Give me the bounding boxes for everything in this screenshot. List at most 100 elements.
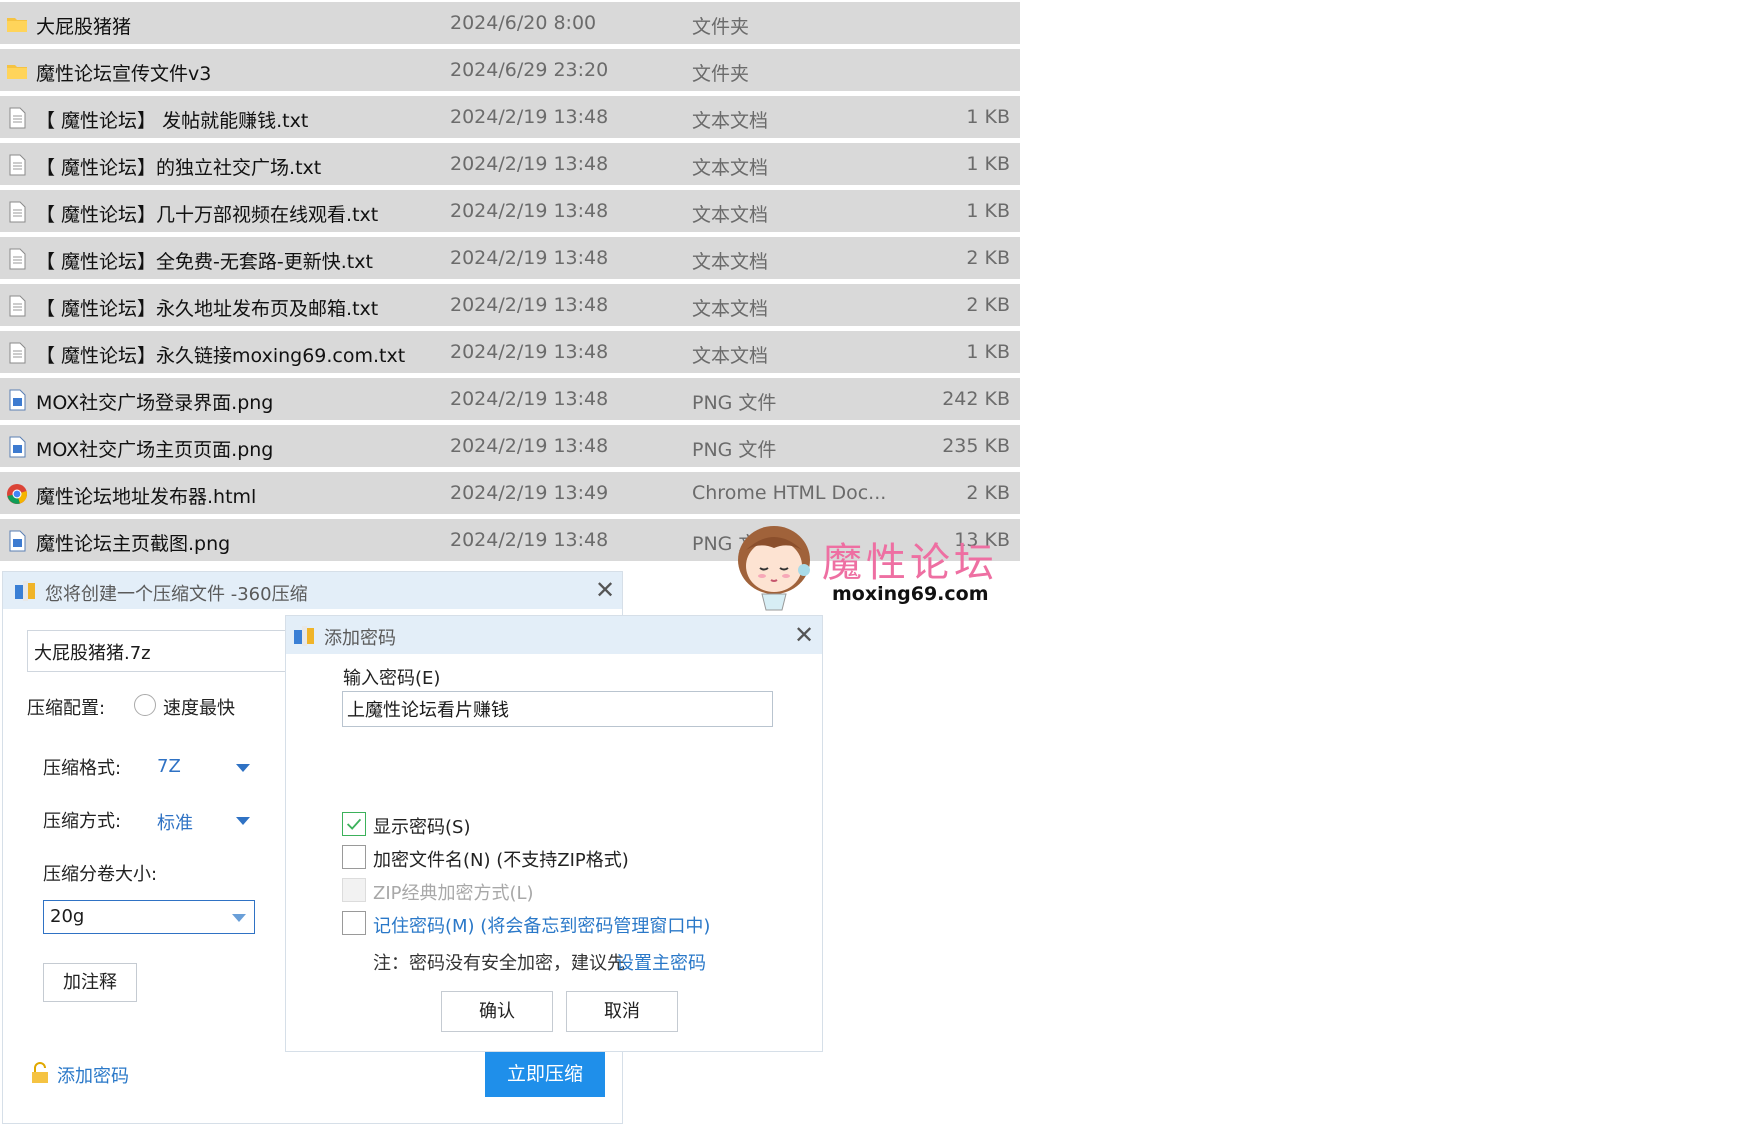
file-name: 魔性论坛地址发布器.html — [36, 486, 257, 508]
volume-size-select[interactable]: 20g — [43, 900, 255, 934]
add-password-link[interactable]: 添加密码 — [57, 1062, 129, 1088]
zip-classic-label: ZIP经典加密方式(L) — [373, 883, 534, 904]
chevron-down-icon[interactable] — [236, 817, 250, 825]
method-label: 压缩方式: — [43, 811, 122, 832]
360-zip-icon — [294, 626, 314, 646]
file-date: 2024/2/19 13:48 — [450, 529, 609, 551]
file-size: 1 KB — [966, 341, 1010, 363]
lock-icon — [32, 1062, 48, 1083]
remember-password-label[interactable]: 记住密码(M) (将会备忘到密码管理窗口中) — [373, 912, 710, 938]
file-row[interactable]: 【 魔性论坛】的独立社交广场.txt 2024/2/19 13:48 文本文档 … — [0, 143, 1020, 185]
format-select[interactable]: 7Z — [157, 756, 181, 777]
file-date: 2024/2/19 13:48 — [450, 200, 609, 222]
file-name: MOX社交广场登录界面.png — [36, 392, 274, 414]
file-size: 1 KB — [966, 153, 1010, 175]
file-type: 文本文档 — [692, 298, 769, 320]
file-name: 魔性论坛宣传文件v3 — [36, 63, 212, 85]
file-row[interactable]: 魔性论坛宣传文件v3 2024/6/29 23:20 文件夹 — [0, 49, 1020, 91]
format-label: 压缩格式: — [43, 758, 122, 779]
file-type: Chrome HTML Doc... — [692, 482, 887, 504]
watermark-title: 魔性论坛 — [822, 540, 998, 586]
file-date: 2024/6/20 8:00 — [450, 12, 597, 34]
file-type: 文件夹 — [692, 16, 750, 38]
file-row[interactable]: MOX社交广场主页页面.png 2024/2/19 13:48 PNG 文件 2… — [0, 425, 1020, 467]
show-password-checkbox[interactable] — [342, 812, 366, 836]
compress-now-button[interactable]: 立即压缩 — [485, 1051, 605, 1097]
file-row[interactable]: 【 魔性论坛】永久地址发布页及邮箱.txt 2024/2/19 13:48 文本… — [0, 284, 1020, 326]
password-dialog-titlebar[interactable]: 添加密码 ✕ — [286, 616, 822, 654]
password-input-label: 输入密码(E) — [343, 668, 441, 689]
file-date: 2024/2/19 13:49 — [450, 482, 609, 504]
config-label: 压缩配置: — [27, 698, 106, 719]
text-file-icon — [9, 342, 26, 364]
image-file-icon — [9, 436, 26, 458]
file-row[interactable]: MOX社交广场登录界面.png 2024/2/19 13:48 PNG 文件 2… — [0, 378, 1020, 420]
password-dialog-title: 添加密码 — [324, 628, 396, 649]
encrypt-filenames-checkbox[interactable] — [342, 845, 366, 869]
text-file-icon — [9, 248, 26, 270]
watermark-url: moxing69.com — [832, 583, 989, 605]
close-icon[interactable]: ✕ — [595, 578, 615, 602]
close-icon[interactable]: ✕ — [794, 623, 814, 647]
file-date: 2024/2/19 13:48 — [450, 247, 609, 269]
text-file-icon — [9, 295, 26, 317]
file-name: 【 魔性论坛】的独立社交广场.txt — [36, 157, 322, 179]
folder-icon — [7, 18, 27, 32]
checkmark-icon — [346, 818, 362, 830]
add-comment-button[interactable]: 加注释 — [43, 963, 137, 1002]
password-input[interactable]: 上魔性论坛看片赚钱 — [342, 691, 773, 727]
chevron-down-icon[interactable] — [236, 764, 250, 772]
file-date: 2024/2/19 13:48 — [450, 341, 609, 363]
speed-radio[interactable] — [134, 694, 156, 716]
remember-password-checkbox[interactable] — [342, 911, 366, 935]
file-type: 文本文档 — [692, 157, 769, 179]
file-row[interactable]: 大屁股猪猪 2024/6/20 8:00 文件夹 — [0, 2, 1020, 44]
volume-size-value: 20g — [50, 906, 85, 927]
method-select[interactable]: 标准 — [157, 809, 193, 835]
encrypt-filenames-label: 加密文件名(N) (不支持ZIP格式) — [373, 850, 629, 871]
file-size: 242 KB — [942, 388, 1010, 410]
password-dialog: 添加密码 ✕ 输入密码(E) 上魔性论坛看片赚钱 显示密码(S) 加密文件名(N… — [285, 615, 823, 1052]
volume-size-label: 压缩分卷大小: — [43, 864, 158, 885]
file-row[interactable]: 【 魔性论坛】几十万部视频在线观看.txt 2024/2/19 13:48 文本… — [0, 190, 1020, 232]
file-name: 【 魔性论坛】 发帖就能赚钱.txt — [36, 110, 309, 132]
text-file-icon — [9, 107, 26, 129]
file-type: 文件夹 — [692, 63, 750, 85]
file-date: 2024/2/19 13:48 — [450, 153, 609, 175]
file-name: 魔性论坛主页截图.png — [36, 533, 231, 555]
file-row[interactable]: 【 魔性论坛】 发帖就能赚钱.txt 2024/2/19 13:48 文本文档 … — [0, 96, 1020, 138]
zip-classic-checkbox — [342, 878, 366, 902]
file-name: 【 魔性论坛】永久地址发布页及邮箱.txt — [36, 298, 379, 320]
360-zip-icon — [15, 581, 35, 601]
file-type: PNG 文件 — [692, 439, 777, 461]
cancel-button[interactable]: 取消 — [566, 991, 678, 1032]
text-file-icon — [9, 201, 26, 223]
file-date: 2024/2/19 13:48 — [450, 435, 609, 457]
file-date: 2024/2/19 13:48 — [450, 388, 609, 410]
file-size: 2 KB — [966, 247, 1010, 269]
file-type: 文本文档 — [692, 204, 769, 226]
file-row[interactable]: 【 魔性论坛】永久链接moxing69.com.txt 2024/2/19 13… — [0, 331, 1020, 373]
file-row[interactable]: 魔性论坛地址发布器.html 2024/2/19 13:49 Chrome HT… — [0, 472, 1020, 514]
file-name: MOX社交广场主页页面.png — [36, 439, 274, 461]
file-type: PNG 文件 — [692, 392, 777, 414]
mascot-girl-icon — [738, 526, 810, 611]
file-size: 235 KB — [942, 435, 1010, 457]
file-size: 1 KB — [966, 200, 1010, 222]
folder-icon — [7, 65, 27, 79]
confirm-button[interactable]: 确认 — [441, 991, 553, 1032]
file-type: 文本文档 — [692, 345, 769, 367]
file-size: 2 KB — [966, 482, 1010, 504]
set-master-password-link[interactable]: 设置主密码 — [616, 949, 706, 975]
file-name: 【 魔性论坛】几十万部视频在线观看.txt — [36, 204, 379, 226]
dialog-titlebar[interactable]: 您将创建一个压缩文件 -360压缩 ✕ — [3, 572, 622, 609]
chrome-icon — [7, 484, 27, 504]
file-name: 大屁股猪猪 — [36, 16, 132, 38]
file-row[interactable]: 【 魔性论坛】全免费-无套路-更新快.txt 2024/2/19 13:48 文… — [0, 237, 1020, 279]
file-type: 文本文档 — [692, 110, 769, 132]
file-name: 【 魔性论坛】全免费-无套路-更新快.txt — [36, 251, 373, 273]
image-file-icon — [9, 530, 26, 552]
file-name: 【 魔性论坛】永久链接moxing69.com.txt — [36, 345, 406, 367]
file-date: 2024/2/19 13:48 — [450, 294, 609, 316]
chevron-down-icon — [232, 914, 246, 922]
